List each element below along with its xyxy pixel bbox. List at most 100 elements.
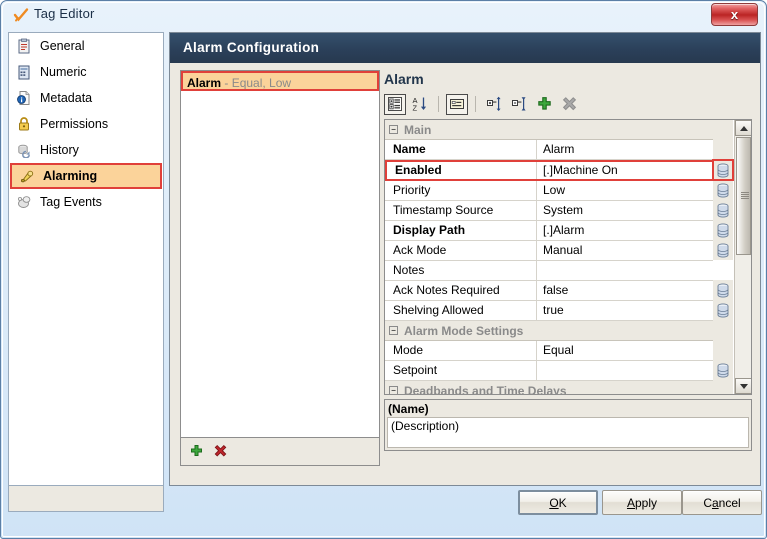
sidebar-item-label: Alarming	[43, 169, 98, 183]
property-pages-icon[interactable]	[446, 93, 468, 115]
ok-rest: K	[558, 495, 567, 510]
collapse-all-icon[interactable]	[508, 94, 530, 115]
sidebar-item-label: General	[40, 39, 85, 53]
categorized-view-icon[interactable]	[384, 93, 406, 115]
binding-icon[interactable]	[713, 360, 733, 380]
property-value[interactable]: false	[537, 281, 733, 300]
gutter-spacer	[713, 120, 733, 140]
collapse-toggle-icon[interactable]: −	[389, 386, 398, 394]
property-name: Priority	[385, 181, 537, 200]
cancel-mnemonic: a	[711, 495, 719, 510]
property-value[interactable]: [.]Alarm	[537, 221, 733, 240]
table-row[interactable]: Priority Low	[385, 120, 733, 201]
property-value[interactable]	[537, 261, 733, 280]
scroll-up-button[interactable]	[735, 120, 751, 136]
sidebar-item-label: Permissions	[40, 117, 109, 131]
close-button[interactable]: x	[711, 3, 758, 26]
sidebar-item-metadata[interactable]: Metadata	[9, 85, 163, 111]
binding-gutter	[712, 120, 734, 394]
table-row[interactable]: Mode Equal	[385, 120, 733, 361]
sidebar-item-permissions[interactable]: Permissions	[9, 111, 163, 137]
gutter-spacer	[713, 260, 733, 280]
vertical-scrollbar[interactable]	[734, 120, 751, 394]
numeric-icon	[16, 64, 32, 80]
binding-icon[interactable]	[713, 200, 733, 220]
sidebar-item-general[interactable]: General	[9, 33, 163, 59]
sidebar-item-numeric[interactable]: Numeric	[9, 59, 163, 85]
property-name: Ack Mode	[385, 241, 537, 260]
cancel-prefix: C	[703, 495, 712, 510]
table-row[interactable]: Shelving Allowed true	[385, 120, 733, 321]
ok-button-label: OK	[549, 496, 566, 510]
binding-icon[interactable]	[713, 300, 733, 320]
sidebar-item-label: Metadata	[40, 91, 93, 105]
table-row[interactable]: Timestamp Source System	[385, 120, 733, 221]
property-grid-rows: − Main Name Alarm Enabled [.]Machine On	[385, 120, 733, 394]
alarm-item-summary: Equal, Low	[231, 76, 292, 90]
tag-editor-window: Tag Editor x General Numeric Metadata Pe…	[0, 0, 767, 539]
binding-icon[interactable]	[713, 180, 733, 200]
property-name: Ack Notes Required	[385, 281, 537, 300]
main-header: Alarm Configuration	[170, 33, 760, 63]
table-row[interactable]: Ack Notes Required false	[385, 120, 733, 301]
property-panel-title: Alarm	[384, 71, 424, 87]
property-group-label: Main	[404, 122, 432, 137]
table-row[interactable]: Setpoint 1	[385, 361, 733, 381]
sidebar-item-label: Numeric	[40, 65, 87, 79]
property-group-header[interactable]: − Alarm Mode Settings	[385, 321, 733, 341]
close-icon: x	[730, 7, 739, 22]
property-group-header[interactable]: − Deadbands and Time Delays	[385, 381, 733, 394]
property-value[interactable]: Low	[537, 181, 733, 200]
collapse-toggle-icon[interactable]: −	[389, 125, 398, 134]
scroll-down-button[interactable]	[735, 378, 751, 394]
sidebar-item-history[interactable]: History	[9, 137, 163, 163]
property-name: Mode	[385, 341, 537, 360]
sidebar-item-label: Tag Events	[40, 195, 102, 209]
description-name: (Name)	[388, 402, 429, 416]
property-value[interactable]: 1	[537, 361, 733, 380]
binding-icon[interactable]	[712, 159, 734, 181]
tag-events-icon	[16, 194, 32, 210]
dialog-button-bar: OK Apply Cancel	[6, 490, 763, 522]
apply-button[interactable]: Apply	[602, 490, 682, 515]
property-name: Setpoint	[385, 361, 537, 380]
description-text: (Description)	[387, 417, 749, 448]
property-grid[interactable]: − Main Name Alarm Enabled [.]Machine On	[384, 119, 752, 395]
property-value[interactable]: System	[537, 201, 733, 220]
add-icon[interactable]	[533, 94, 555, 115]
ok-button[interactable]: OK	[518, 490, 598, 515]
property-name: Name	[385, 140, 537, 159]
property-value[interactable]: [.]Machine On	[537, 162, 731, 179]
sidebar-item-label: History	[40, 143, 79, 157]
table-row[interactable]: Ack Mode Manual	[385, 120, 733, 261]
status-strip	[8, 525, 761, 533]
property-value[interactable]: Equal	[537, 341, 733, 360]
table-row[interactable]: Notes	[385, 261, 733, 281]
delete-icon[interactable]	[213, 444, 228, 459]
list-item[interactable]: Alarm - Equal, Low	[181, 71, 379, 91]
property-value[interactable]: Manual	[537, 241, 733, 260]
table-row[interactable]: Enabled [.]Machine On	[385, 160, 733, 181]
property-name: Enabled	[387, 162, 537, 179]
table-row[interactable]: Name Alarm	[385, 140, 733, 160]
binding-icon[interactable]	[713, 220, 733, 240]
add-icon[interactable]	[189, 444, 204, 459]
collapse-toggle-icon[interactable]: −	[389, 326, 398, 335]
expand-all-icon[interactable]	[483, 94, 505, 115]
alarm-list[interactable]: Alarm - Equal, Low	[180, 70, 380, 438]
table-row[interactable]: Display Path [.]Alarm	[385, 221, 733, 241]
property-value[interactable]: Alarm	[537, 140, 733, 159]
alphabetical-sort-icon[interactable]: A Z	[409, 94, 431, 115]
sidebar-item-tag-events[interactable]: Tag Events	[9, 189, 163, 215]
toolbar-separator	[475, 96, 476, 112]
property-value[interactable]: true	[537, 301, 733, 320]
cancel-button[interactable]: Cancel	[682, 490, 762, 515]
binding-icon[interactable]	[713, 240, 733, 260]
description-box: (Name) (Description)	[384, 399, 752, 451]
alarm-list-toolbar	[180, 438, 380, 466]
cancel-rest: ncel	[718, 495, 741, 510]
scrollbar-thumb[interactable]	[736, 137, 751, 255]
property-group-header[interactable]: − Main	[385, 120, 733, 140]
binding-icon[interactable]	[713, 280, 733, 300]
sidebar-item-alarming[interactable]: Alarming	[10, 163, 162, 189]
